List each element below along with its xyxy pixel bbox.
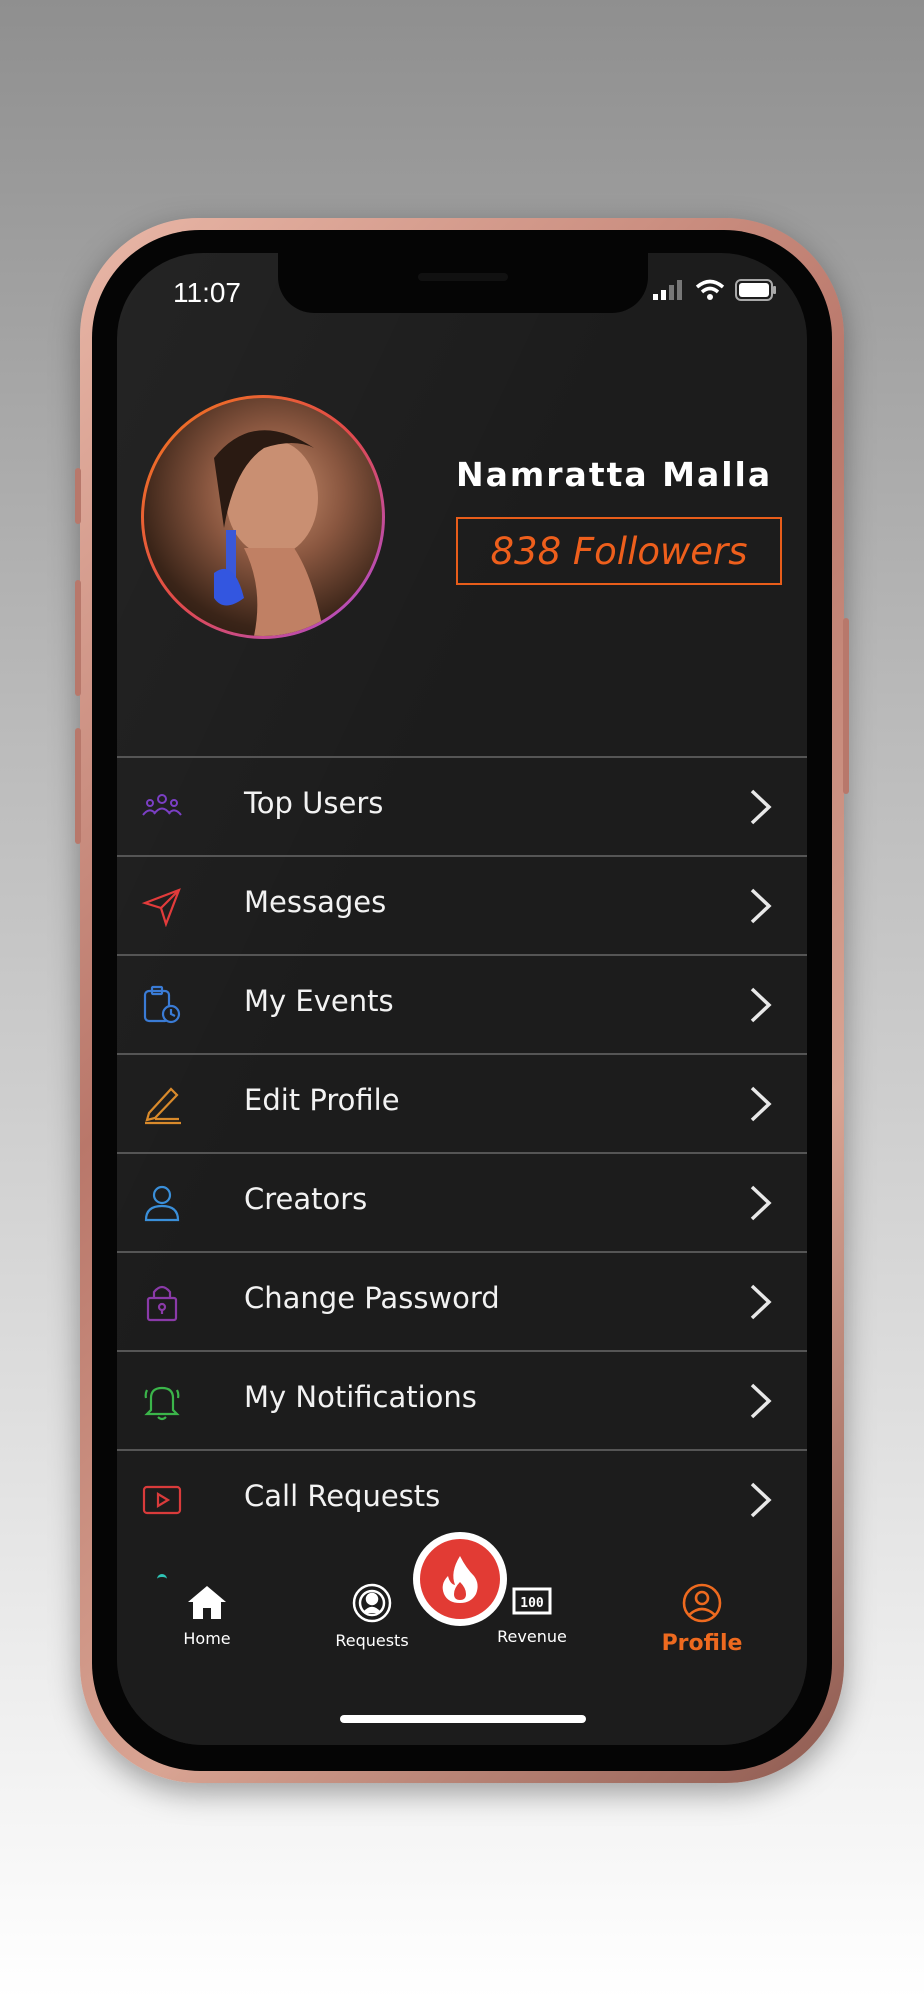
menu-item-label: My Notifications [244, 1380, 477, 1414]
profile-menu: Top Users Messages My Events Edit Profil… [117, 756, 807, 1550]
tab-label: Revenue [497, 1627, 567, 1646]
video-icon [142, 1485, 182, 1515]
tab-label: Requests [335, 1631, 409, 1650]
revenue-icon: 100 [512, 1587, 552, 1615]
tab-requests[interactable]: Requests [317, 1583, 427, 1650]
tab-profile[interactable]: Profile [637, 1583, 767, 1656]
flame-icon [442, 1556, 478, 1603]
home-icon [188, 1586, 226, 1619]
chevron-right-icon [750, 1284, 772, 1320]
next-item-icon-peek [157, 1574, 167, 1581]
pencil-icon [145, 1087, 181, 1125]
send-icon [141, 888, 181, 927]
lock-icon [146, 1285, 178, 1322]
menu-item-label: Change Password [244, 1281, 500, 1315]
status-icons [653, 279, 777, 301]
user-icon [144, 1185, 180, 1222]
menu-item-label: Messages [244, 885, 387, 919]
menu-item-label: Edit Profile [244, 1083, 400, 1117]
menu-item-messages[interactable]: Messages [117, 855, 807, 954]
calendar-clock-icon [143, 985, 181, 1024]
tab-label: Profile [661, 1631, 743, 1656]
menu-item-edit-profile[interactable]: Edit Profile [117, 1053, 807, 1152]
menu-item-my-notifications[interactable]: My Notifications [117, 1350, 807, 1449]
home-indicator[interactable] [340, 1715, 586, 1723]
menu-item-label: Call Requests [244, 1479, 441, 1513]
menu-item-creators[interactable]: Creators [117, 1152, 807, 1251]
wifi-icon [695, 279, 725, 300]
volume-up-button [75, 580, 81, 696]
tab-home[interactable]: Home [157, 1583, 257, 1648]
menu-item-my-events[interactable]: My Events [117, 954, 807, 1053]
avatar-photo [144, 398, 382, 636]
menu-item-change-password[interactable]: Change Password [117, 1251, 807, 1350]
chevron-right-icon [750, 789, 772, 825]
tab-label: Home [183, 1629, 231, 1648]
bell-icon [144, 1386, 180, 1421]
chevron-right-icon [750, 1383, 772, 1419]
app-screen: 11:07 Namratta Malla 838 Followers Top U… [117, 253, 807, 1745]
profile-name: Namratta Malla [456, 455, 773, 494]
svg-text:100: 100 [520, 1596, 544, 1611]
followers-badge[interactable]: 838 Followers [456, 517, 782, 585]
avatar[interactable] [141, 395, 385, 639]
menu-item-top-users[interactable]: Top Users [117, 756, 807, 855]
chevron-right-icon [750, 1185, 772, 1221]
menu-item-label: My Events [244, 984, 394, 1018]
chevron-right-icon [750, 987, 772, 1023]
users-group-icon [142, 794, 182, 816]
profile-icon [682, 1583, 722, 1623]
tab-revenue[interactable]: 100 Revenue [477, 1583, 587, 1646]
chevron-right-icon [750, 1482, 772, 1518]
volume-down-button [75, 728, 81, 844]
requests-icon [352, 1583, 392, 1623]
followers-count: 838 Followers [490, 529, 748, 573]
chevron-right-icon [750, 1086, 772, 1122]
notch [278, 253, 648, 313]
battery-icon [735, 279, 776, 301]
menu-item-label: Top Users [244, 786, 384, 820]
power-button [843, 618, 849, 794]
status-time: 11:07 [173, 277, 241, 308]
speaker [418, 273, 508, 281]
menu-item-label: Creators [244, 1182, 368, 1216]
silent-switch [75, 468, 81, 524]
chevron-right-icon [750, 888, 772, 924]
cellular-signal-icon [653, 280, 682, 300]
